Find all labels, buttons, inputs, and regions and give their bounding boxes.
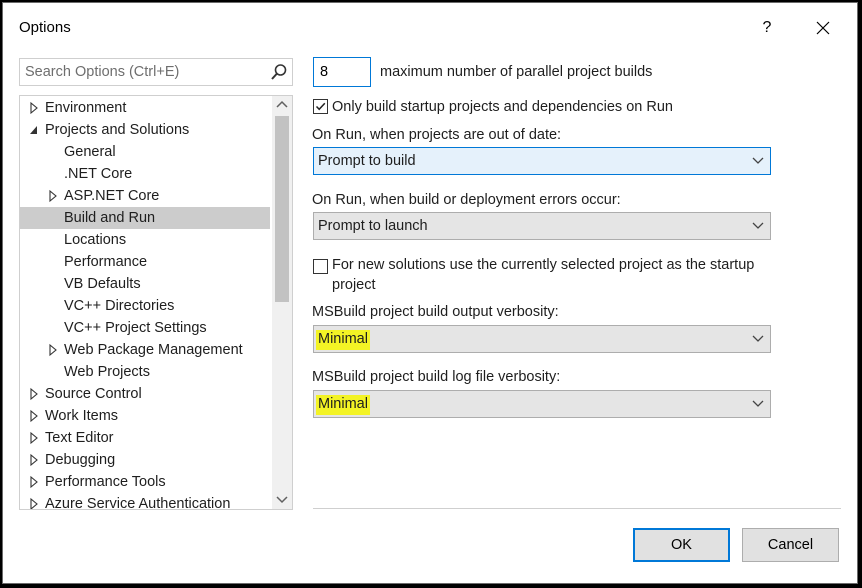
tree-item-label: Web Projects [64,364,150,380]
collapsed-arrow-icon[interactable] [29,471,39,493]
tree-item[interactable]: Locations [20,229,270,251]
footer-divider [313,508,841,509]
tree-item[interactable]: Work Items [20,405,270,427]
collapsed-arrow-icon[interactable] [29,405,39,427]
new-solutions-checkbox[interactable] [313,259,328,274]
highlight-mark: Minimal [316,395,370,415]
tree-item[interactable]: Performance [20,251,270,273]
tree-item-label: Web Package Management [64,342,243,358]
parallel-builds-label: maximum number of parallel project build… [380,64,653,80]
tree-item-label: Locations [64,232,127,248]
chevron-down-icon [752,400,764,407]
log-verbosity-value: Minimal [316,395,370,415]
tree-item-label: Performance [64,254,148,270]
out-of-date-value: Prompt to build [318,153,416,169]
new-solutions-label-line1: For new solutions use the currently sele… [332,257,755,273]
tree-item-label: Text Editor [45,430,114,446]
out-of-date-dropdown[interactable]: Prompt to build [313,147,771,175]
tree-item-label: Performance Tools [45,474,166,490]
new-solutions-label-line2: project [332,277,376,293]
tree-item[interactable]: Environment [20,97,270,119]
tree-item-label: VB Defaults [64,276,141,292]
tree-item[interactable]: Projects and Solutions [20,119,270,141]
tree-item[interactable]: Text Editor [20,427,270,449]
build-errors-label: On Run, when build or deployment errors … [312,192,621,208]
out-of-date-label: On Run, when projects are out of date: [312,127,562,143]
tree-item-label: General [64,144,116,160]
tree-item[interactable]: Debugging [20,449,270,471]
highlight-mark: Minimal [316,330,370,350]
output-verbosity-value: Minimal [316,330,370,350]
chevron-down-icon [752,335,764,342]
title-bar: Options ? [3,3,857,53]
build-errors-dropdown[interactable]: Prompt to launch [313,212,771,240]
tree-item-label: Source Control [45,386,142,402]
checkmark-icon [315,102,326,111]
tree-item[interactable]: VC++ Project Settings [20,317,270,339]
tree-item-label: Projects and Solutions [45,122,190,138]
log-verbosity-dropdown[interactable]: Minimal [313,390,771,418]
collapsed-arrow-icon[interactable] [29,493,39,510]
tree-item-label: Work Items [45,408,119,424]
options-tree: Azure Service Authentication Performance … [19,95,293,510]
collapsed-arrow-icon[interactable] [29,449,39,471]
collapsed-arrow-icon[interactable] [48,185,58,207]
scroll-up-arrow-icon[interactable] [272,96,292,114]
tree-item-label: .NET Core [64,166,133,182]
tree-item-label: ASP.NET Core [64,188,160,204]
options-dialog: Options ? Azure Service Authentication Pe… [2,2,858,584]
only-build-startup-label: Only build startup projects and dependen… [332,99,673,115]
collapsed-arrow-icon[interactable] [29,427,39,449]
search-box [19,58,293,86]
ok-button[interactable]: OK [633,528,730,562]
scrollbar-thumb[interactable] [275,116,289,302]
tree-item-label: Azure Service Authentication [45,496,231,510]
search-input[interactable] [20,59,270,85]
expanded-arrow-icon[interactable] [29,119,39,141]
chevron-down-icon [752,157,764,164]
tree-item[interactable]: Azure Service Authentication [20,493,270,510]
window-title: Options [19,19,71,36]
parallel-builds-input[interactable] [313,57,371,87]
tree-item[interactable]: General [20,141,270,163]
tree-item-label: VC++ Project Settings [64,320,207,336]
chevron-down-icon [752,222,764,229]
tree-item-label: Environment [45,100,127,116]
build-errors-value: Prompt to launch [318,218,428,234]
tree-item[interactable]: Performance Tools [20,471,270,493]
output-verbosity-label: MSBuild project build output verbosity: [312,304,559,320]
tree-item[interactable]: Web Package Management [20,339,270,361]
collapsed-arrow-icon[interactable] [48,339,58,361]
help-button[interactable]: ? [755,15,779,41]
tree-item[interactable]: VB Defaults [20,273,270,295]
tree-item[interactable]: Web Projects [20,361,270,383]
output-verbosity-dropdown[interactable]: Minimal [313,325,771,353]
tree-item[interactable]: Build and Run [20,207,270,229]
collapsed-arrow-icon[interactable] [29,383,39,405]
log-verbosity-label: MSBuild project build log file verbosity… [312,369,561,385]
search-icon[interactable] [270,63,288,81]
tree-item-label: VC++ Directories [64,298,175,314]
tree-item[interactable]: Source Control [20,383,270,405]
only-build-startup-checkbox[interactable] [313,99,328,114]
collapsed-arrow-icon[interactable] [29,97,39,119]
tree-item-label: Build and Run [64,210,156,226]
close-icon [816,21,830,35]
scroll-down-arrow-icon[interactable] [272,490,292,508]
tree-scrollbar[interactable] [272,96,292,509]
close-button[interactable] [809,15,837,41]
tree-item[interactable]: .NET Core [20,163,270,185]
cancel-button[interactable]: Cancel [742,528,839,562]
tree-item[interactable]: VC++ Directories [20,295,270,317]
tree-item-label: Debugging [45,452,116,468]
tree-item[interactable]: ASP.NET Core [20,185,270,207]
